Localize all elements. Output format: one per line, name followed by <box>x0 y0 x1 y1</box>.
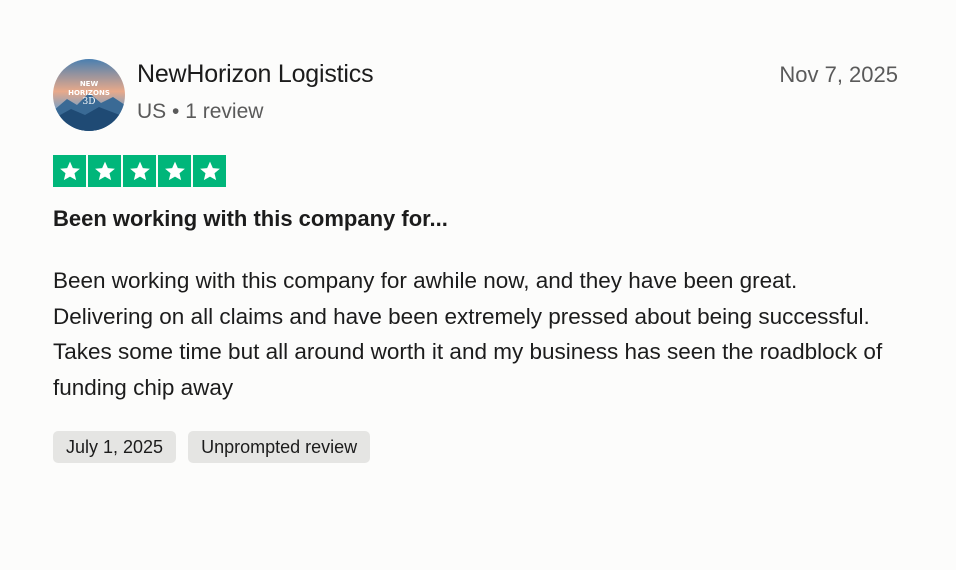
star-rating <box>53 155 226 187</box>
reviewer-review-count: 1 review <box>185 100 264 123</box>
star-icon <box>123 155 156 187</box>
star-icon <box>158 155 191 187</box>
reviewer-country: US <box>137 100 167 123</box>
star-icon <box>53 155 86 187</box>
review-title[interactable]: Been working with this company for... <box>53 206 448 232</box>
experience-date-tag: July 1, 2025 <box>53 431 177 463</box>
star-icon <box>88 155 121 187</box>
review-posted-date: Nov 7, 2025 <box>779 62 898 87</box>
avatar-image: NEW HORIZONS 3D <box>53 59 125 131</box>
reviewer-name[interactable]: NewHorizon Logistics <box>137 60 374 89</box>
reviewer-avatar[interactable]: NEW HORIZONS 3D <box>53 59 125 131</box>
meta-separator: • <box>172 100 180 123</box>
review-tags: July 1, 2025 Unprompted review <box>53 431 371 463</box>
reviewer-meta: US • 1 review <box>137 100 263 124</box>
review-card: NEW HORIZONS 3D NewHorizon Logistics US … <box>0 0 956 570</box>
avatar-logo-line3: 3D <box>83 97 96 107</box>
review-body: Been working with this company for awhil… <box>53 268 883 401</box>
avatar-logo-line1: NEW <box>80 80 99 88</box>
review-type-tag: Unprompted review <box>188 431 371 463</box>
avatar-logo-line2: HORIZONS <box>68 89 110 97</box>
star-icon <box>193 155 226 187</box>
